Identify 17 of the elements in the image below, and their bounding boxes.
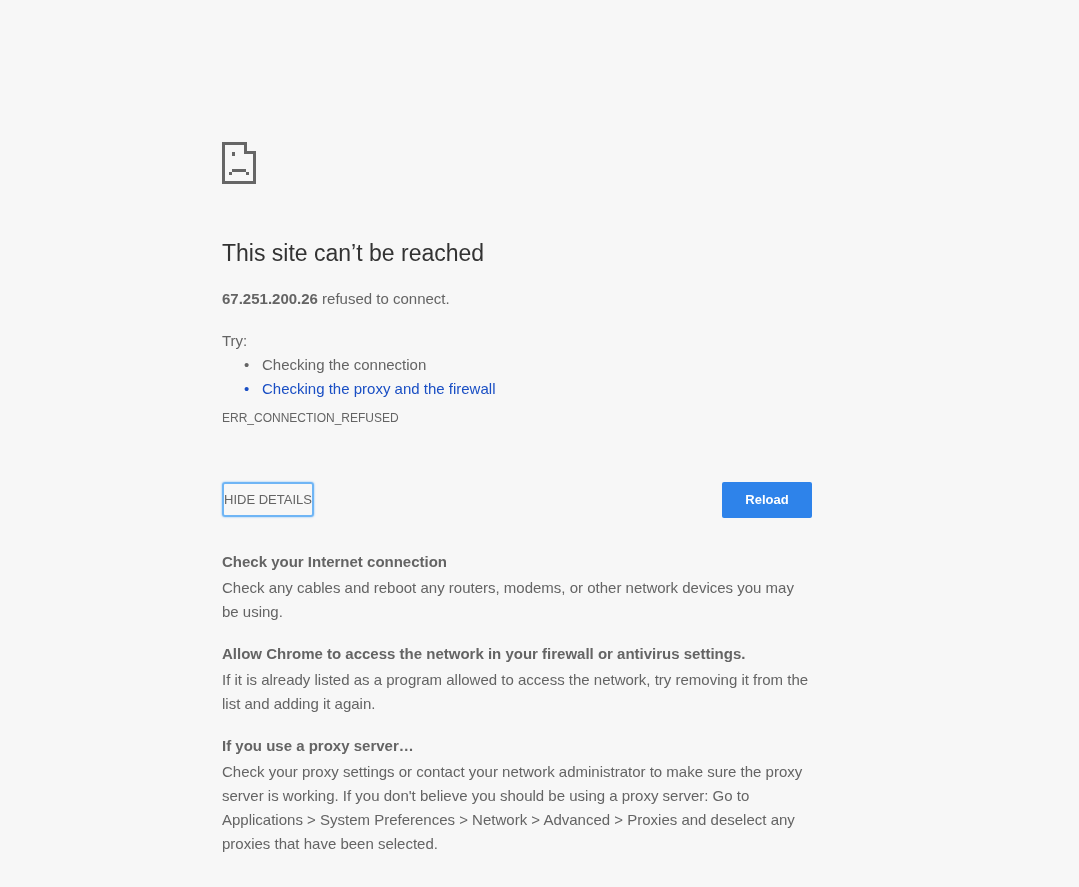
hide-details-button[interactable]: HIDE DETAILS <box>222 482 314 518</box>
detail-text: If it is already listed as a program allowed to access the network, try removing it from the list and adding it again. <box>222 669 810 714</box>
error-message: 67.251.200.26 refused to connect. <box>222 288 451 309</box>
detail-text: Check your proxy settings or contact your network administrator to make sure the proxy server is working. If you don't believe you should be using a proxy server: Go to Applications > System Preferences > Network > Advanced > Proxies and deselect any proxies that have been selected. <box>222 761 804 854</box>
detail-heading: Check your Internet connection <box>222 551 449 572</box>
bullet: • <box>244 378 251 399</box>
detail-text: Check any cables and reboot any routers, modems, or other network devices you may be using. <box>222 577 795 622</box>
reload-button[interactable]: Reload <box>722 481 812 518</box>
error-code: ERR_CONNECTION_REFUSED <box>222 410 400 425</box>
try-label: Try: <box>222 330 249 351</box>
sad-page-icon <box>222 142 256 184</box>
error-title: This site can’t be reached <box>222 239 486 268</box>
bullet: • <box>244 354 251 375</box>
suggestion-link[interactable]: Checking the proxy and the firewall <box>262 379 496 397</box>
detail-heading: If you use a proxy server… <box>222 735 415 756</box>
detail-heading: Allow Chrome to access the network in your firewall or antivirus settings. <box>222 643 747 664</box>
suggestion-text: Checking the connection <box>262 355 427 373</box>
